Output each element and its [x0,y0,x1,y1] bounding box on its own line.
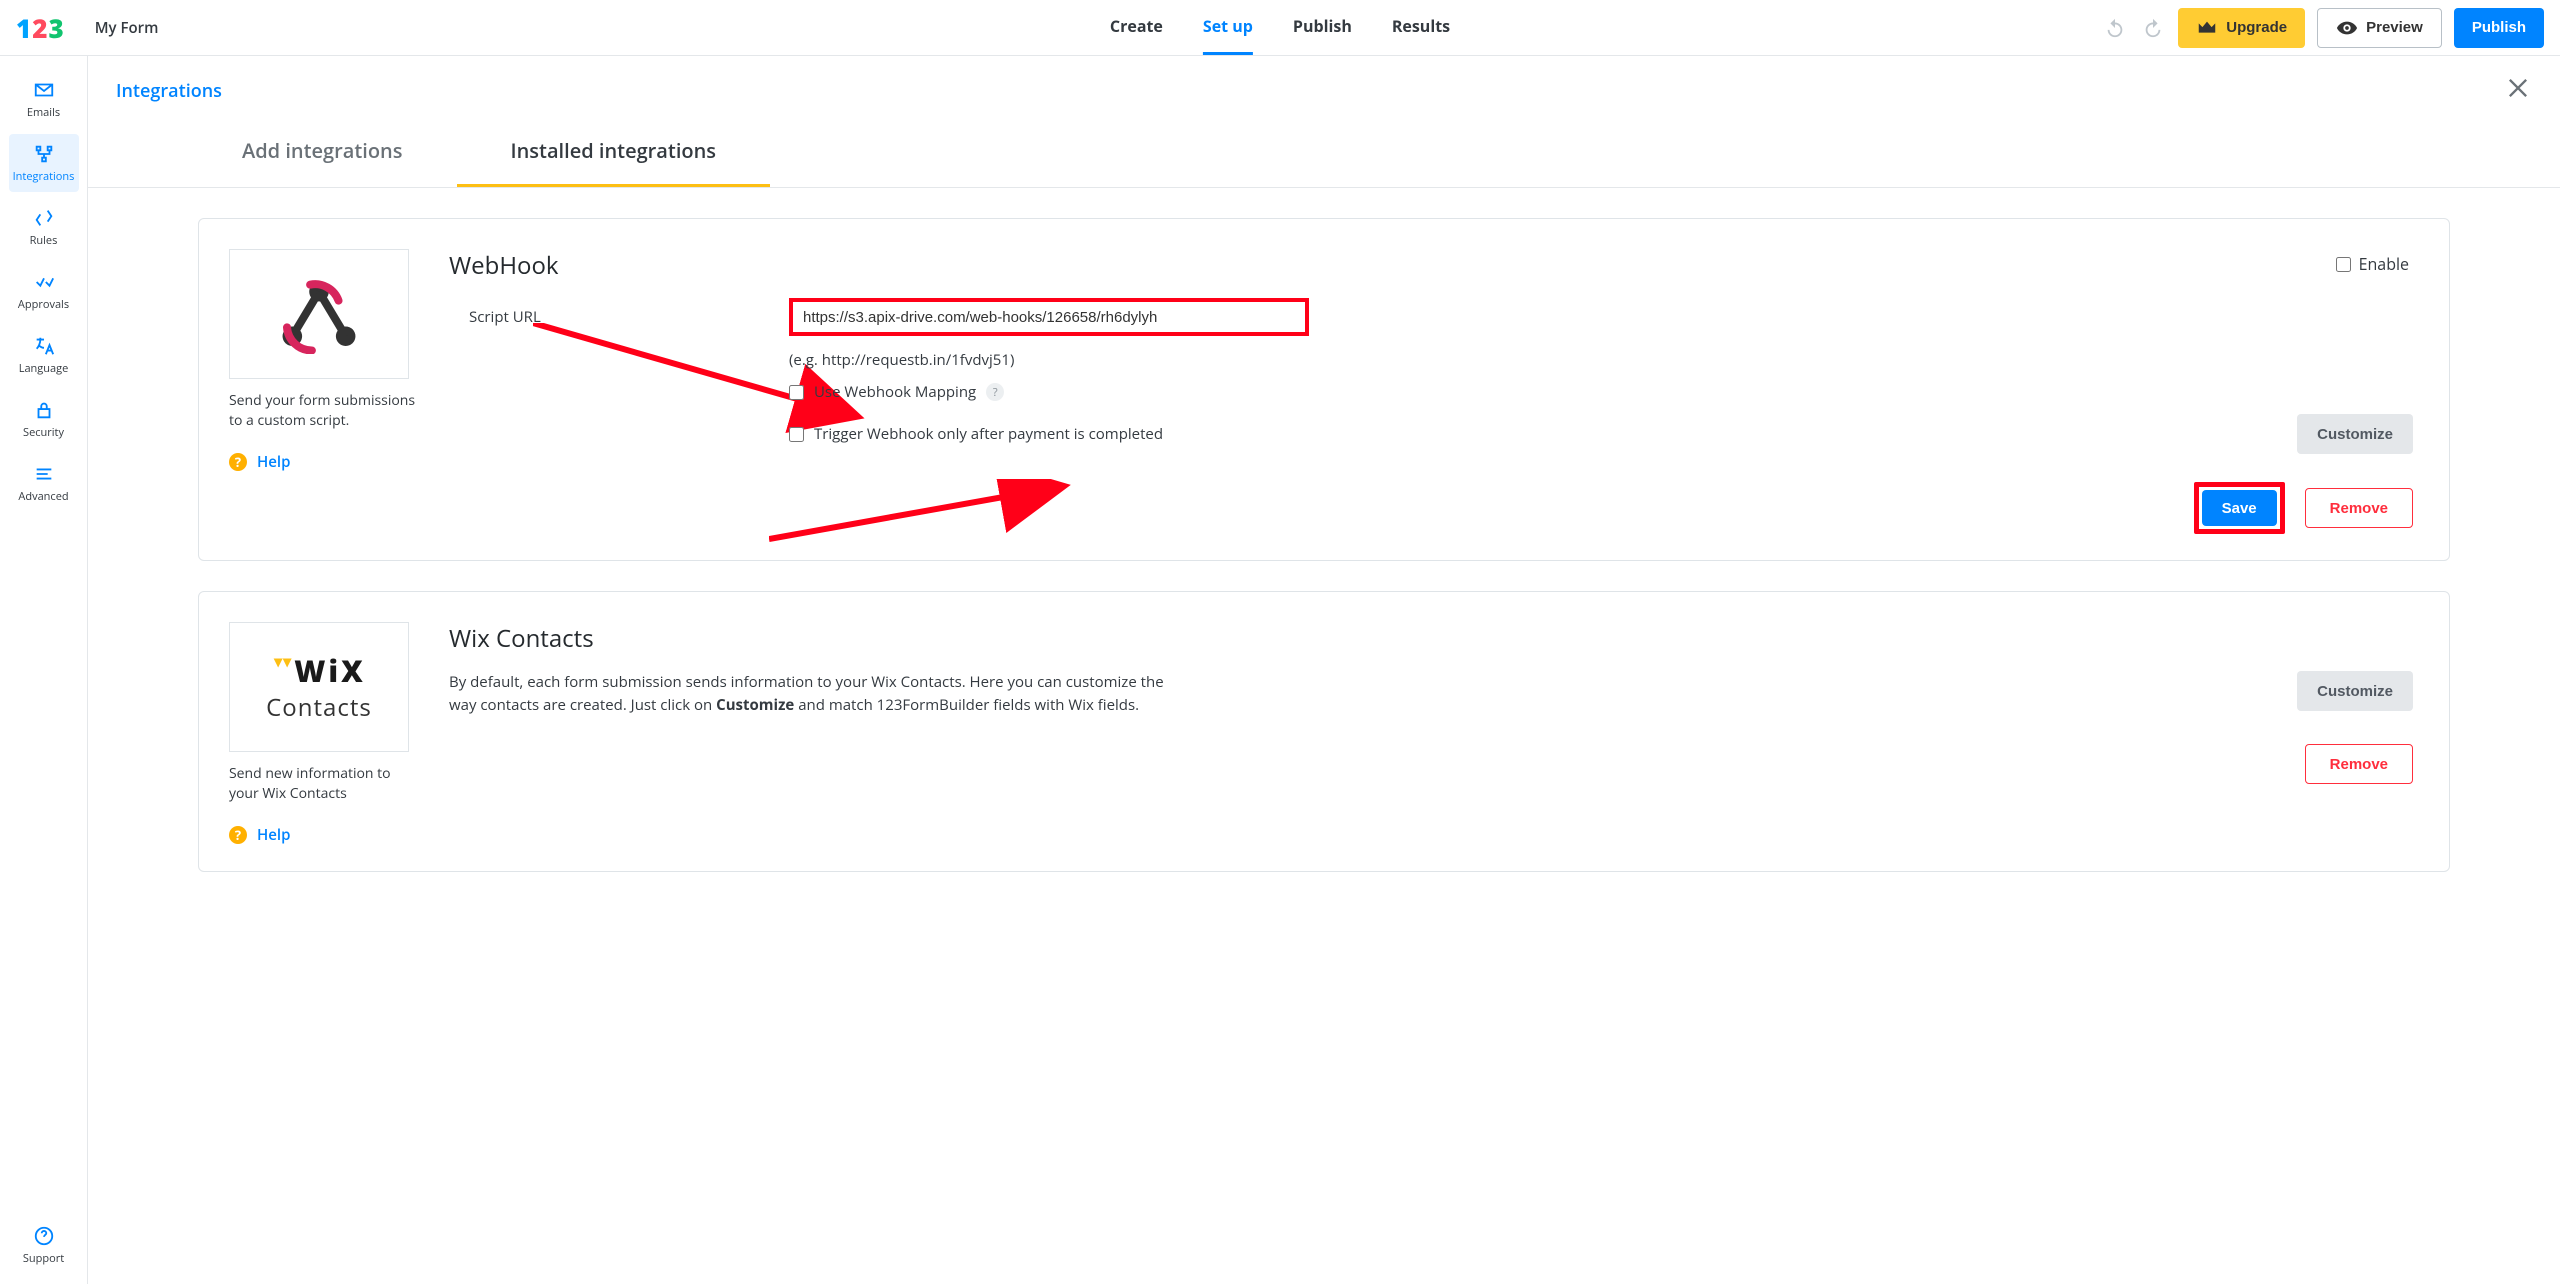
enable-checkbox[interactable] [2336,257,2351,272]
wix-help-label: Help [257,825,290,845]
sidebar-item-integrations[interactable]: Integrations [9,134,79,192]
advanced-icon [33,463,55,485]
use-mapping-label: Use Webhook Mapping [814,382,976,402]
help-badge-icon: ? [229,826,247,844]
integration-card-wix: ▾▾WiX Contacts Send new information to y… [198,591,2450,872]
enable-label: Enable [2359,253,2409,275]
preview-button[interactable]: Preview [2317,8,2442,48]
webhook-icon [274,274,364,354]
wix-help-link[interactable]: ? Help [229,825,419,845]
sidebar-label-integrations: Integrations [13,169,75,184]
help-badge-icon: ? [229,453,247,471]
customize-button[interactable]: Customize [2297,414,2413,454]
tab-setup[interactable]: Set up [1203,0,1253,55]
wix-logo: ▾▾WiX Contacts [229,622,409,752]
webhook-title: WebHook [449,249,2413,282]
sidebar-label-language: Language [19,361,69,376]
publish-button[interactable]: Publish [2454,8,2544,48]
sidebar-item-language[interactable]: Language [9,326,79,384]
sidebar-label-support: Support [23,1251,64,1266]
upgrade-button[interactable]: Upgrade [2178,8,2305,48]
close-icon [2504,74,2532,102]
lock-icon [33,399,55,421]
sidebar-label-emails: Emails [27,105,60,120]
sidebar-item-approvals[interactable]: Approvals [9,262,79,320]
publish-label: Publish [2472,19,2526,36]
save-highlight: Save [2194,482,2285,534]
sidebar-item-rules[interactable]: Rules [9,198,79,256]
sidebar-label-approvals: Approvals [18,297,69,312]
script-url-hint: (e.g. http://requestb.in/1fvdvj51) [789,350,2413,370]
remove-button[interactable]: Remove [2305,488,2413,528]
trigger-after-payment-label: Trigger Webhook only after payment is co… [814,424,1163,444]
sidebar-item-support[interactable]: Support [9,1216,79,1274]
sidebar-item-emails[interactable]: Emails [9,70,79,128]
upgrade-label: Upgrade [2226,19,2287,36]
sidebar-item-security[interactable]: Security [9,390,79,448]
crown-icon [2196,17,2218,39]
rules-icon [33,207,55,229]
tab-results[interactable]: Results [1392,0,1450,55]
language-icon [33,335,55,357]
wix-remove-button[interactable]: Remove [2305,744,2413,784]
redo-button[interactable] [2140,15,2166,41]
subtab-installed-integrations[interactable]: Installed integrations [457,117,771,187]
sidebar-label-security: Security [23,425,64,440]
logo[interactable]: 123 [16,10,63,46]
page-title: Integrations [116,79,222,103]
help-icon [33,1225,55,1247]
wix-customize-button[interactable]: Customize [2297,671,2413,711]
redo-icon [2142,17,2164,39]
tab-create[interactable]: Create [1110,0,1163,55]
info-icon[interactable]: ? [986,383,1004,401]
mail-icon [33,79,55,101]
sidebar-label-rules: Rules [30,233,58,248]
subtab-add-integrations[interactable]: Add integrations [188,117,457,187]
form-title: My Form [95,18,159,38]
eye-icon [2336,17,2358,39]
tab-publish[interactable]: Publish [1293,0,1352,55]
close-button[interactable] [2504,74,2532,107]
integration-card-webhook: Enable [198,218,2450,561]
sidebar-label-advanced: Advanced [18,489,68,504]
trigger-after-payment-checkbox[interactable] [789,427,804,442]
approvals-icon [33,271,55,293]
sidebar-item-advanced[interactable]: Advanced [9,454,79,512]
webhook-logo [229,249,409,379]
help-label: Help [257,452,290,472]
use-mapping-checkbox[interactable] [789,385,804,400]
save-button[interactable]: Save [2202,490,2277,526]
undo-button[interactable] [2102,15,2128,41]
wix-left-desc: Send new information to your Wix Contact… [229,764,419,803]
preview-label: Preview [2366,19,2423,36]
script-url-label: Script URL [449,307,789,327]
script-url-input[interactable] [789,298,1309,336]
wix-description: By default, each form submission sends i… [449,671,1169,716]
help-link[interactable]: ? Help [229,452,419,472]
webhook-desc: Send your form submissions to a custom s… [229,391,419,430]
integrations-icon [33,143,55,165]
wix-title: Wix Contacts [449,622,2413,655]
undo-icon [2104,17,2126,39]
